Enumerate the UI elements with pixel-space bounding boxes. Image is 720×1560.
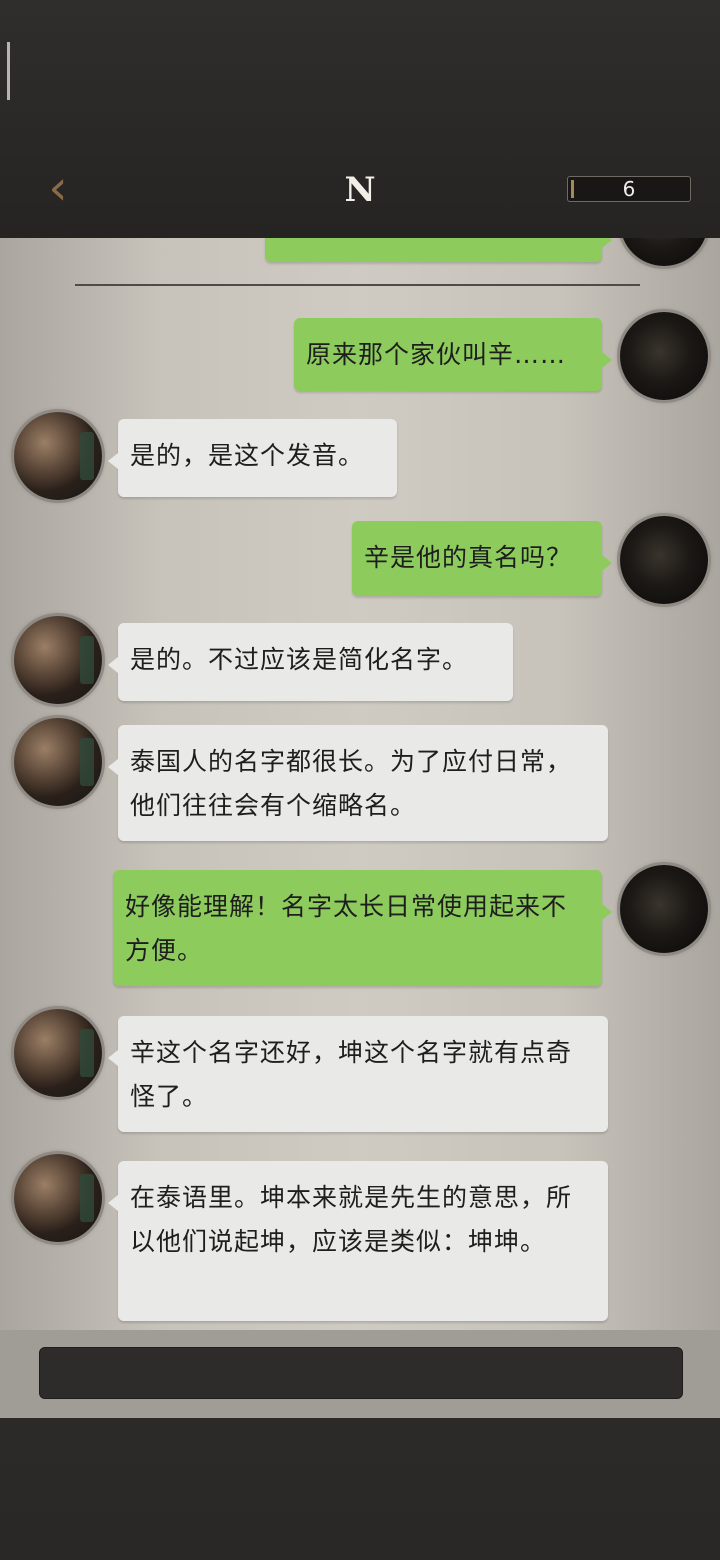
counter-progress-mark: [571, 180, 574, 198]
avatar-me: [620, 238, 708, 266]
avatar-me: [620, 516, 708, 604]
section-divider: [75, 284, 640, 286]
message-text: 在泰语里。坤本来就是先生的意思，所以他们说起坤，应该是类似：坤坤。: [130, 1183, 573, 1256]
message-bubble-partner: 辛这个名字还好，坤这个名字就有点奇怪了。: [108, 1016, 608, 1132]
message-bubble-partner: 是的。不过应该是简化名字。: [108, 623, 513, 701]
chat-area[interactable]: 原来那个家伙叫辛…… 是的，是这个发音。 辛是他的真名吗？ 是的。不过应该是简化…: [0, 238, 720, 1330]
avatar-partner: [14, 1154, 102, 1242]
message-text: 好像能理解！名字太长日常使用起来不方便。: [125, 892, 568, 965]
counter-badge: 6: [567, 176, 691, 202]
message-text: 泰国人的名字都很长。为了应付日常，他们往往会有个缩略名。: [130, 747, 573, 820]
avatar-partner: [14, 616, 102, 704]
back-button[interactable]: ‹: [36, 160, 80, 216]
input-area: [0, 1330, 720, 1560]
message-text: 是的，是这个发音。: [130, 441, 365, 470]
message-bubble-me: 原来那个家伙叫辛……: [294, 318, 612, 391]
message-text: 辛这个名字还好，坤这个名字就有点奇怪了。: [130, 1038, 573, 1111]
message-text: 原来那个家伙叫辛……: [306, 340, 567, 369]
avatar-partner: [14, 1009, 102, 1097]
avatar-partner: [14, 412, 102, 500]
chat-title: N: [344, 170, 376, 210]
avatar-partner: [14, 718, 102, 806]
chevron-left-icon: ‹: [48, 160, 68, 216]
message-input[interactable]: [39, 1347, 683, 1399]
message-bubble-partner: 是的，是这个发音。: [108, 419, 397, 497]
message-bubble-partner: 在泰语里。坤本来就是先生的意思，所以他们说起坤，应该是类似：坤坤。: [108, 1161, 608, 1321]
message-text: 是的。不过应该是简化名字。: [130, 645, 469, 674]
avatar-me: [620, 865, 708, 953]
top-bar: ‹ N 6: [0, 0, 720, 240]
status-indicator: [7, 42, 10, 100]
message-bubble-me: 好像能理解！名字太长日常使用起来不方便。: [113, 870, 612, 986]
message-bubble-partner: 泰国人的名字都很长。为了应付日常，他们往往会有个缩略名。: [108, 725, 608, 841]
message-bubble-me: 辛是他的真名吗？: [352, 521, 612, 596]
counter-value: 6: [622, 177, 636, 201]
message-bubble-partial: [265, 238, 612, 262]
message-text: 辛是他的真名吗？: [364, 543, 573, 572]
avatar-me: [620, 312, 708, 400]
